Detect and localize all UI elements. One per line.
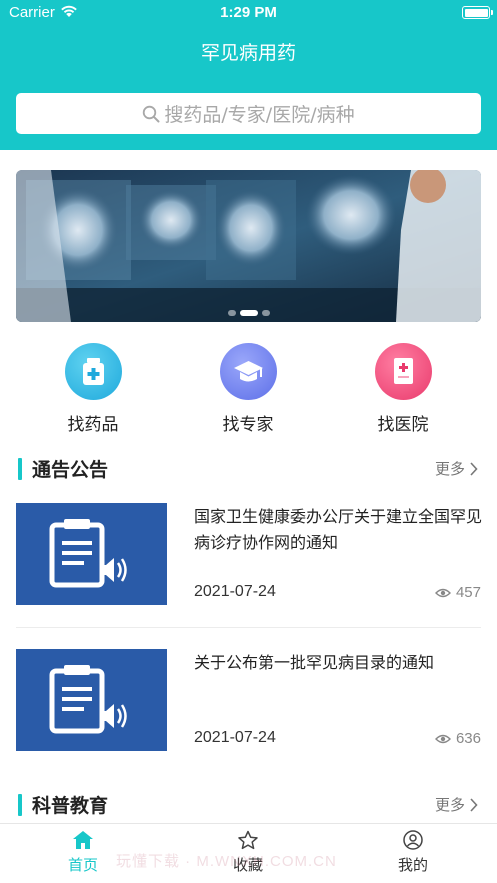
notice-title: 国家卫生健康委办公厅关于建立全国罕见病诊疗协作网的通知 [194,507,483,552]
search-icon [143,105,160,122]
notice-date: 2021-07-24 [194,729,276,746]
tab-favorites[interactable]: 收藏 [198,830,298,875]
medicine-box-icon [64,343,122,400]
page-title: 罕见病用药 [200,42,296,64]
quick-link-expert[interactable]: 找专家 [188,343,308,438]
more-label: 更多 [434,460,465,478]
chevron-right-icon [470,461,478,476]
search-input[interactable]: 搜药品/专家/医院/病种 [16,93,481,134]
carousel-indicator[interactable] [16,310,481,316]
star-icon [238,830,258,850]
tab-profile[interactable]: 我的 [363,830,463,875]
hospital-document-icon [374,343,432,400]
user-icon [403,830,423,850]
eye-icon [434,734,451,743]
divider [16,627,481,628]
view-count: 636 [455,730,481,747]
quick-link-hospital[interactable]: 找医院 [343,343,463,438]
notice-thumbnail [16,649,167,751]
notice-thumbnail [16,503,167,605]
section-title: 通告公告 [32,459,109,481]
notice-views: 636 [434,730,481,747]
education-more-link[interactable]: 更多 [435,794,478,815]
notice-list-item[interactable]: 国家卫生健康委办公厅关于建立全国罕见病诊疗协作网的通知 2021-07-24 4… [16,503,482,607]
more-label: 更多 [434,796,465,814]
section-accent-bar [18,458,22,480]
tab-label: 我的 [397,856,428,874]
status-bar: Carrier 1:29 PM [0,0,497,26]
banner-carousel[interactable] [16,170,481,322]
battery-icon [462,6,493,19]
quick-link-label: 找药品 [67,415,119,435]
notice-title: 关于公布第一批罕见病目录的通知 [194,653,435,672]
home-icon [73,831,93,849]
tab-label: 首页 [67,856,98,874]
quick-link-label: 找医院 [377,415,429,435]
tab-label: 收藏 [232,856,263,874]
bottom-tab-bar: 首页 收藏 我的 [0,823,497,883]
section-accent-bar [18,794,22,816]
app-header: Carrier 1:29 PM 罕见病用药 搜药品/专家/医院/病种 [0,0,497,150]
clipboard-speaker-icon [49,665,127,734]
carousel-dot[interactable] [261,310,270,316]
clipboard-speaker-icon [49,519,127,588]
notice-views: 457 [434,584,481,601]
education-section-header: 科普教育 更多 [0,790,497,820]
quick-link-label: 找专家 [222,415,274,435]
eye-icon [434,588,451,597]
notice-date: 2021-07-24 [194,583,276,600]
tab-home[interactable]: 首页 [33,830,133,875]
carousel-dot-active[interactable] [239,310,258,316]
notice-list-item[interactable]: 关于公布第一批罕见病目录的通知 2021-07-24 636 [16,649,481,753]
banner-image [16,170,481,322]
view-count: 457 [455,584,481,601]
search-placeholder: 搜药品/专家/医院/病种 [164,104,355,126]
chevron-right-icon [470,797,478,812]
notices-more-link[interactable]: 更多 [435,458,478,479]
quick-link-medicine[interactable]: 找药品 [33,343,153,438]
status-time: 1:29 PM [220,4,277,21]
carousel-dot[interactable] [227,310,236,316]
section-title: 科普教育 [32,795,109,817]
notices-section-header: 通告公告 更多 [0,454,497,484]
graduation-cap-icon [219,343,277,400]
